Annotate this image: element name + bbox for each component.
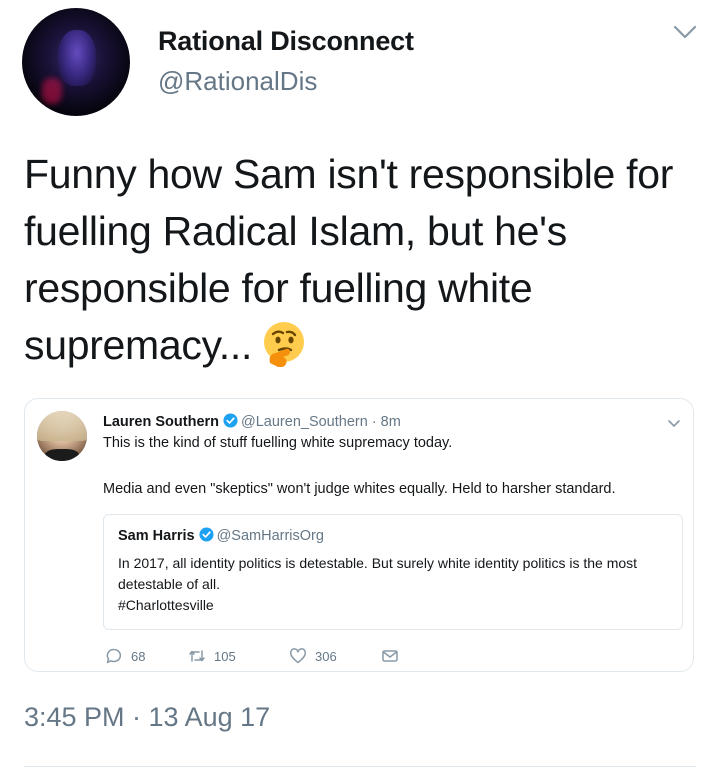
- quoted-handle-time: @Lauren_Southern · 8m: [241, 414, 401, 430]
- reply-button[interactable]: 68: [105, 647, 145, 665]
- avatar-shirt: [45, 449, 79, 461]
- retweet-icon: [189, 650, 205, 662]
- message-button[interactable]: [381, 647, 407, 665]
- quoted-text-line: This is the kind of stuff fuelling white…: [103, 435, 453, 451]
- quoted-avatar[interactable]: [37, 411, 87, 461]
- tweet-timestamp[interactable]: 3:45 PM · 13 Aug 17: [24, 702, 270, 733]
- tweet-text: Funny how Sam isn't responsible for fuel…: [24, 146, 704, 374]
- display-name[interactable]: Rational Disconnect: [158, 26, 414, 57]
- retweet-button[interactable]: 105: [188, 647, 236, 665]
- verified-badge-icon: [223, 413, 238, 428]
- nested-quoted-tweet[interactable]: Sam Harris @SamHarrisOrg In 2017, all ide…: [103, 514, 683, 630]
- envelope-icon: [382, 650, 398, 662]
- chevron-down-icon[interactable]: [667, 419, 681, 429]
- quoted-tweet-card[interactable]: Lauren Southern @Lauren_Southern · 8m Thi…: [24, 398, 694, 672]
- retweet-count: 105: [214, 649, 236, 664]
- nested-handle: @SamHarrisOrg: [216, 528, 324, 544]
- nested-text: In 2017, all identity politics is detest…: [118, 553, 673, 616]
- quoted-header: Lauren Southern @Lauren_Southern · 8m: [103, 413, 401, 430]
- user-handle[interactable]: @RationalDis: [158, 66, 317, 97]
- thinking-face-emoji-icon: [264, 322, 305, 367]
- tweet-body: Funny how Sam isn't responsible for fuel…: [24, 151, 674, 368]
- chevron-down-icon[interactable]: [672, 22, 698, 42]
- divider: [24, 766, 696, 767]
- quoted-text-line: Media and even "skeptics" won't judge wh…: [103, 481, 616, 497]
- nested-body: In 2017, all identity politics is detest…: [118, 555, 638, 592]
- avatar-face: [58, 30, 96, 86]
- avatar-hair: [37, 411, 87, 441]
- nested-name[interactable]: Sam Harris: [118, 528, 195, 544]
- like-count: 306: [315, 649, 337, 664]
- reply-icon: [106, 648, 122, 664]
- profile-avatar[interactable]: [22, 8, 130, 116]
- hashtag-link[interactable]: #Charlottesville: [118, 597, 214, 613]
- nested-header: Sam Harris @SamHarrisOrg: [118, 527, 324, 544]
- quoted-name[interactable]: Lauren Southern: [103, 414, 219, 430]
- like-button[interactable]: 306: [289, 647, 337, 665]
- heart-icon: [290, 648, 306, 664]
- verified-badge-icon: [199, 527, 214, 542]
- reply-count: 68: [131, 649, 146, 664]
- avatar-glow: [42, 78, 62, 104]
